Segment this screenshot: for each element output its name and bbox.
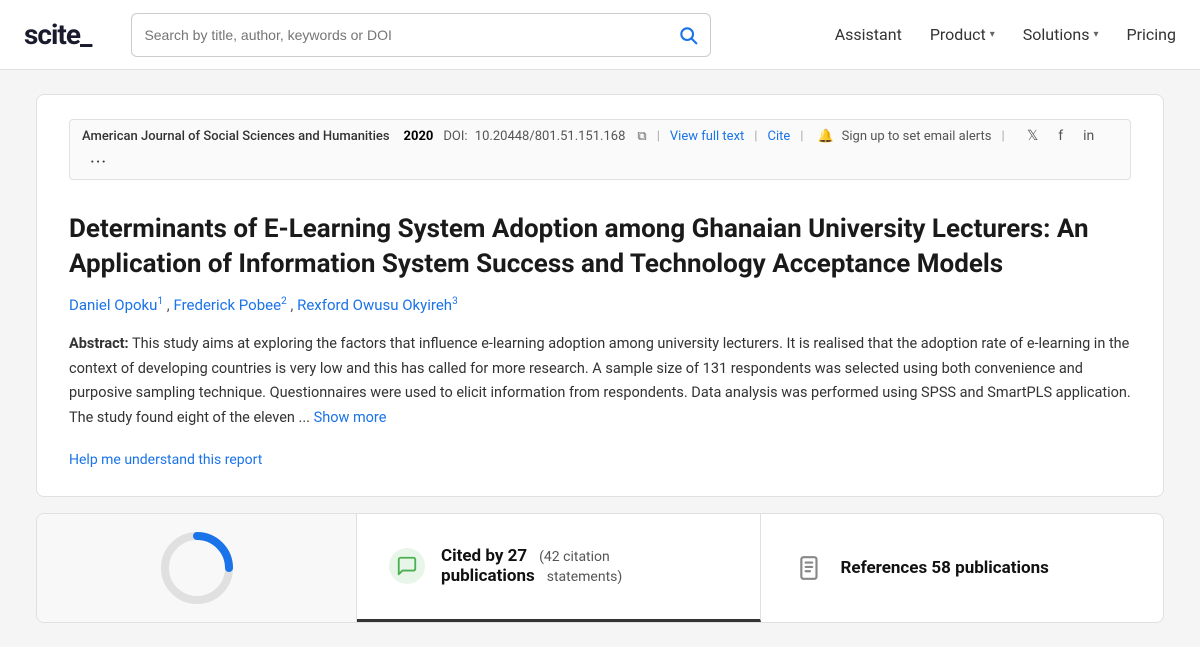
chat-icon xyxy=(396,555,418,577)
article-authors: Daniel Opoku1 , Frederick Pobee2 , Rexfo… xyxy=(69,296,1131,314)
loading-area xyxy=(37,514,357,622)
nav-pricing[interactable]: Pricing xyxy=(1127,25,1177,44)
author-1[interactable]: Daniel Opoku1 xyxy=(69,296,167,314)
nav-solutions[interactable]: Solutions ▾ xyxy=(1023,25,1099,44)
article-year: 2020 xyxy=(404,129,434,144)
nav-links: Assistant Product ▾ Solutions ▾ Pricing xyxy=(835,25,1176,44)
article-meta: American Journal of Social Sciences and … xyxy=(69,119,1131,180)
alert-label: Sign up to set email alerts xyxy=(842,129,992,144)
search-bar xyxy=(131,13,711,57)
search-button[interactable] xyxy=(678,25,698,45)
bottom-stats: Cited by 27 (42 citation publications st… xyxy=(36,513,1164,623)
cited-section[interactable]: Cited by 27 (42 citation publications st… xyxy=(357,514,761,622)
navbar: scite_ Assistant Product ▾ Solutions ▾ P… xyxy=(0,0,1200,70)
cited-count: Cited by 27 xyxy=(441,546,527,566)
cited-statements2: statements) xyxy=(547,569,623,585)
author-3[interactable]: Rexford Owusu Okyireh3 xyxy=(297,296,458,314)
citation-icon xyxy=(389,548,425,584)
search-input[interactable] xyxy=(144,27,678,43)
nav-product[interactable]: Product ▾ xyxy=(930,25,995,44)
bell-icon[interactable]: 🔔 xyxy=(817,129,833,144)
social-icons: 𝕏 f in xyxy=(1023,126,1099,146)
author-2[interactable]: Frederick Pobee2 xyxy=(173,296,290,314)
article-doi: DOI: 10.20448/801.51.151.168 xyxy=(443,129,625,144)
search-icon xyxy=(678,25,698,45)
references-section[interactable]: References 58 publications xyxy=(761,514,1164,622)
cited-statements: (42 citation xyxy=(539,549,610,565)
abstract-text: This study aims at exploring the factors… xyxy=(69,335,1131,426)
abstract-label: Abstract: xyxy=(69,335,129,352)
cited-text: Cited by 27 (42 citation publications st… xyxy=(441,546,622,586)
product-chevron-icon: ▾ xyxy=(990,29,995,40)
copy-doi-icon[interactable]: ⧉ xyxy=(637,129,646,144)
show-more-link[interactable]: Show more xyxy=(314,409,387,426)
logo[interactable]: scite_ xyxy=(24,18,91,51)
more-options-icon[interactable]: ··· xyxy=(90,152,107,173)
journal-name: American Journal of Social Sciences and … xyxy=(82,129,390,144)
references-label: References 58 publications xyxy=(841,558,1049,578)
cite-button[interactable]: Cite xyxy=(767,129,790,144)
cited-publications-label: publications xyxy=(441,566,535,586)
article-meta-bar: American Journal of Social Sciences and … xyxy=(69,119,1131,196)
solutions-chevron-icon: ▾ xyxy=(1093,29,1098,40)
loading-spinner xyxy=(157,528,237,608)
article-abstract: Abstract: This study aims at exploring t… xyxy=(69,332,1131,431)
nav-assistant[interactable]: Assistant xyxy=(835,25,902,44)
main-container: American Journal of Social Sciences and … xyxy=(20,94,1180,623)
linkedin-icon[interactable]: in xyxy=(1079,126,1099,146)
help-link[interactable]: Help me understand this report xyxy=(69,452,262,468)
twitter-icon[interactable]: 𝕏 xyxy=(1023,126,1043,146)
article-title: Determinants of E-Learning System Adopti… xyxy=(69,212,1131,282)
facebook-icon[interactable]: f xyxy=(1051,126,1071,146)
article-card: American Journal of Social Sciences and … xyxy=(36,94,1164,497)
document-icon xyxy=(793,551,827,585)
view-full-text-link[interactable]: View full text xyxy=(670,129,744,144)
